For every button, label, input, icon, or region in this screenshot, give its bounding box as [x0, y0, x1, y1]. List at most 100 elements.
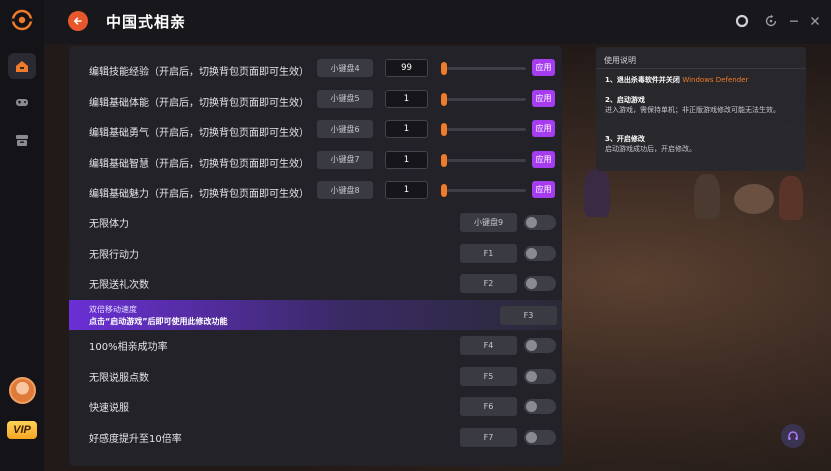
option-label: 好感度提升至10倍率: [89, 434, 182, 446]
option-label: 无限体力: [89, 219, 129, 230]
option-label: 编辑技能经验（开启后，切换背包页面即可生效）: [89, 67, 309, 78]
gamepad-icon: [16, 99, 28, 106]
toggle-knob: [526, 247, 537, 259]
option-label: 无限送礼次数: [89, 280, 149, 292]
vip-badge[interactable]: VIP: [7, 421, 37, 439]
slider-row: 编辑基础智慧（开启后，切换背包页面即可生效） 小键盘7 1 应用: [69, 147, 562, 178]
sidebar: VIP: [0, 0, 44, 471]
toggle-switch[interactable]: [524, 399, 556, 415]
toggle-row: 无限体力 小键盘9: [69, 207, 562, 238]
value-input[interactable]: 99: [385, 59, 428, 77]
slider-handle[interactable]: [441, 123, 447, 136]
divider: [596, 68, 806, 69]
hotkey-button[interactable]: 小键盘9: [460, 213, 517, 232]
hotkey-button[interactable]: 小键盘7: [317, 150, 373, 169]
hotkey-button[interactable]: 小键盘4: [317, 59, 373, 77]
sidebar-item-games[interactable]: [8, 89, 36, 115]
hotkey-button[interactable]: F5: [460, 366, 517, 386]
toggle-knob: [526, 340, 537, 351]
toggle-knob: [526, 432, 537, 444]
toggle-switch[interactable]: [524, 338, 556, 353]
option-label: 编辑基础智慧（开启后，切换背包页面即可生效）: [89, 158, 309, 170]
user-avatar[interactable]: [9, 377, 36, 404]
slider-handle[interactable]: [441, 92, 447, 106]
option-label: 编辑基础体能（开启后，切换背包页面即可生效）: [89, 97, 309, 109]
value-input[interactable]: 1: [385, 120, 428, 138]
value-input[interactable]: 1: [385, 89, 428, 108]
title-bar: 中国式相亲: [44, 0, 831, 44]
minimize-icon[interactable]: [787, 14, 801, 28]
refresh-icon[interactable]: [764, 14, 778, 28]
toggle-switch[interactable]: [524, 276, 556, 292]
value-slider[interactable]: [441, 153, 526, 167]
value-slider[interactable]: [441, 184, 526, 197]
page-title: 中国式相亲: [106, 13, 187, 31]
close-icon[interactable]: [808, 14, 822, 28]
character-left: [584, 169, 610, 217]
value-input[interactable]: 1: [385, 150, 428, 169]
help-step-1: 1、退出杀毒软件并关闭 Windows Defender: [605, 75, 748, 85]
toggle-row: 100%相亲成功率 F4: [69, 330, 562, 361]
slider-handle[interactable]: [441, 184, 447, 197]
apply-button[interactable]: 应用: [532, 120, 555, 137]
support-button[interactable]: [781, 424, 805, 448]
promo-feature-label: 双倍移动速度: [89, 305, 137, 314]
hotkey-button[interactable]: 小键盘5: [317, 89, 373, 108]
toggle-row: 无限送礼次数 F2: [69, 268, 562, 299]
toggle-knob: [526, 370, 537, 382]
sidebar-item-library[interactable]: [8, 127, 36, 153]
slider-row: 编辑基础魅力（开启后，切换背包页面即可生效） 小键盘8 1 应用: [69, 177, 562, 208]
toggle-switch[interactable]: [524, 215, 556, 230]
option-label: 无限行动力: [89, 249, 139, 261]
help-step-3-body: 启动游戏成功后，开启修改。: [605, 145, 696, 153]
arrow-left-icon: [73, 17, 82, 25]
sidebar-item-home[interactable]: [8, 53, 36, 79]
record-icon[interactable]: [735, 14, 749, 28]
value-slider[interactable]: [441, 92, 526, 106]
box-icon: [16, 134, 28, 146]
help-title: 使用说明: [604, 56, 636, 65]
cheat-options-panel: 编辑技能经验（开启后，切换背包页面即可生效） 小键盘4 99 应用 编辑基础体能（开启后…: [69, 46, 562, 466]
toggle-row: 无限行动力 F1: [69, 238, 562, 269]
value-input[interactable]: 1: [385, 181, 428, 199]
hotkey-button[interactable]: F3: [500, 306, 557, 325]
toggle-knob: [526, 217, 537, 228]
slider-handle[interactable]: [441, 62, 447, 75]
hotkey-button[interactable]: 小键盘6: [317, 120, 373, 138]
toggle-knob: [526, 401, 537, 413]
character-middle: [694, 174, 720, 219]
slider-row: 编辑技能经验（开启后，切换背包页面即可生效） 小键盘4 99 应用: [69, 55, 562, 86]
hotkey-button[interactable]: F6: [460, 397, 517, 417]
apply-button[interactable]: 应用: [532, 181, 555, 198]
home-icon: [16, 60, 28, 72]
back-button[interactable]: [68, 11, 88, 31]
app-logo-icon: [11, 9, 33, 31]
usage-instructions-panel: 使用说明 1、退出杀毒软件并关闭 Windows Defender 2、启动游戏…: [596, 47, 806, 171]
hotkey-button[interactable]: F4: [460, 336, 517, 355]
help-step-2-body: 进入游戏，需保持单机；非正版游戏修改可能无法生效。: [605, 106, 780, 114]
help-step-1-accent: Windows Defender: [682, 76, 749, 84]
option-label: 无限说服点数: [89, 372, 149, 384]
headset-icon: [788, 431, 798, 440]
toggle-switch[interactable]: [524, 245, 556, 261]
hotkey-button[interactable]: F7: [460, 428, 517, 448]
toggle-switch[interactable]: [524, 430, 556, 446]
hotkey-button[interactable]: F1: [460, 243, 517, 263]
hotkey-button[interactable]: 小键盘8: [317, 181, 373, 199]
value-slider[interactable]: [441, 123, 526, 136]
promo-hint: 点击“启动游戏”后即可使用此修改功能: [89, 317, 228, 326]
slider-handle[interactable]: [441, 153, 447, 167]
option-label: 快速说服: [89, 403, 129, 415]
character-right: [779, 176, 803, 220]
apply-button[interactable]: 应用: [532, 59, 555, 76]
option-label: 编辑基础勇气（开启后，切换背包页面即可生效）: [89, 128, 309, 139]
toggle-switch[interactable]: [524, 368, 556, 384]
table-prop: [734, 184, 774, 214]
option-label: 编辑基础魅力（开启后，切换背包页面即可生效）: [89, 189, 309, 200]
hotkey-button[interactable]: F2: [460, 274, 517, 294]
help-step-3-title: 3、开启修改: [605, 135, 645, 143]
apply-button[interactable]: 应用: [532, 150, 555, 168]
value-slider[interactable]: [441, 62, 526, 75]
help-step-1-title: 1、退出杀毒软件并关闭: [605, 76, 680, 84]
apply-button[interactable]: 应用: [532, 89, 555, 107]
